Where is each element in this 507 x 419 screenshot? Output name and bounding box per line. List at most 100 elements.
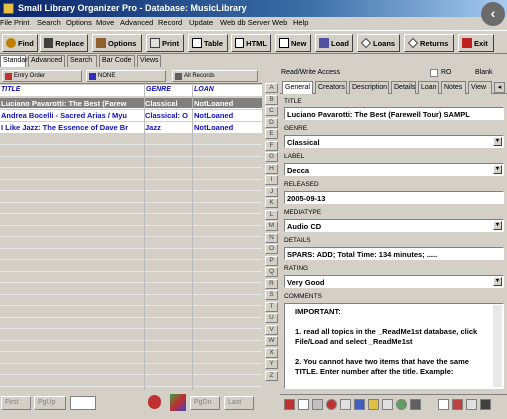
empty-row[interactable] [0,203,262,214]
help-icon[interactable] [326,399,337,410]
tab-views[interactable]: Views [137,55,161,67]
letter-w-button[interactable]: W [265,336,278,346]
comments-textarea[interactable]: IMPORTANT: 1. read all topics in the _Re… [284,303,504,389]
empty-row[interactable] [0,134,262,145]
menu-help[interactable]: Help [293,18,308,27]
empty-row[interactable] [0,318,262,329]
search-icon[interactable] [382,399,393,410]
column-genre[interactable]: GENRE [146,86,171,93]
menu-move[interactable]: Move [96,18,114,27]
letter-j-button[interactable]: J [265,186,278,197]
first-button[interactable]: First [1,396,31,410]
tab-details[interactable]: Details [391,81,416,94]
new-button[interactable]: New [275,34,311,52]
color-icon[interactable] [170,394,186,411]
empty-row[interactable] [0,272,262,283]
returns-button[interactable]: Returns [404,34,454,52]
title-field[interactable]: Luciano Pavarotti: The Best (Farewell To… [284,107,504,120]
load-button[interactable]: Load [315,34,353,52]
menu-file[interactable]: File [0,18,12,27]
record-number-input[interactable] [70,396,96,410]
tab-search[interactable]: Search [67,55,97,67]
menu-options[interactable]: Options [66,18,92,27]
edit-icon[interactable] [340,399,351,410]
empty-row[interactable] [0,249,262,260]
empty-row[interactable] [0,145,262,157]
details-field[interactable]: SPARS: ADD; Total Time: 134 minutes; ...… [284,247,504,260]
entry-order-button[interactable]: Entry Order [2,70,82,82]
empty-row[interactable] [0,260,262,272]
export-icon[interactable] [452,399,463,410]
back-arrow-icon[interactable] [284,399,295,410]
letter-f-button[interactable]: F [265,140,278,151]
letter-q-button[interactable]: Q [265,267,278,277]
exit-button[interactable]: Exit [458,34,494,52]
empty-row[interactable] [0,226,262,237]
letter-y-button[interactable]: Y [265,359,278,369]
letter-e-button[interactable]: E [265,129,278,139]
chevron-left-icon[interactable]: ◂ [494,82,505,93]
table-row[interactable]: Luciano Pavarotti: The Best (Farew Class… [0,98,262,109]
table-row[interactable]: I Like Jazz: The Essence of Dave Br Jazz… [0,122,262,133]
html-button[interactable]: HTML [231,34,271,52]
letter-g-button[interactable]: G [265,152,278,162]
rating-select[interactable]: Very Good ▾ [284,275,504,288]
dropdown-arrow-icon[interactable]: ▾ [493,165,502,174]
web-icon[interactable] [396,399,407,410]
blank-button[interactable]: Blank [475,69,493,76]
letter-t-button[interactable]: T [265,301,278,312]
menu-web[interactable]: Web [272,18,287,27]
letter-l-button[interactable]: L [265,209,278,220]
letter-z-button[interactable]: Z [265,370,278,381]
ro-checkbox[interactable] [430,69,438,77]
last-button[interactable]: Last [224,396,254,410]
letter-d-button[interactable]: D [265,117,278,128]
dropdown-arrow-icon[interactable]: ▾ [493,137,502,146]
tab-general[interactable]: General [282,81,313,94]
letter-m-button[interactable]: M [265,221,278,231]
empty-row[interactable] [0,157,262,168]
empty-row[interactable] [0,364,262,375]
letter-c-button[interactable]: C [265,106,278,116]
find-button[interactable]: Find [2,34,38,52]
all-records-button[interactable]: All Records [172,70,258,82]
tab-notes[interactable]: Notes [441,81,466,94]
letter-i-button[interactable]: I [265,175,278,185]
menu-web-db-server[interactable]: Web db Server [220,18,270,27]
letter-x-button[interactable]: X [265,347,278,358]
pgup-button[interactable]: PgUp [34,396,66,410]
column-title[interactable]: TITLE [1,86,20,93]
letter-b-button[interactable]: B [265,94,278,105]
column-loan[interactable]: LOAN [194,86,214,93]
tab-view[interactable]: View [468,81,492,94]
menu-print[interactable]: Print [14,18,29,27]
menu-search[interactable]: Search [37,18,61,27]
pgdn-button[interactable]: PgDn [190,396,220,410]
letter-r-button[interactable]: R [265,278,278,289]
options-button[interactable]: Options [92,34,142,52]
picture-icon[interactable] [354,399,365,410]
menu-advanced[interactable]: Advanced [120,18,153,27]
letter-p-button[interactable]: P [265,255,278,266]
table-button[interactable]: Table [188,34,228,52]
tab-advanced[interactable]: Advanced [28,55,65,67]
letter-o-button[interactable]: O [265,244,278,254]
letter-n-button[interactable]: N [265,232,278,243]
empty-row[interactable] [0,214,262,226]
label-select[interactable]: Decca ▾ [284,163,504,176]
letter-u-button[interactable]: U [265,313,278,323]
table-row[interactable]: Andrea Bocelli - Sacred Arias / Myu Clas… [0,110,262,121]
settings-icon[interactable] [480,399,491,410]
loans-button[interactable]: Loans [357,34,400,52]
empty-row[interactable] [0,375,262,387]
menu-update[interactable]: Update [189,18,213,27]
genre-select[interactable]: Classical ▾ [284,135,504,148]
letter-a-button[interactable]: A [265,83,278,93]
mediatype-select[interactable]: Audio CD ▾ [284,219,504,232]
menu-record[interactable]: Record [158,18,182,27]
empty-row[interactable] [0,191,262,203]
folder-icon[interactable] [368,399,379,410]
letter-s-button[interactable]: S [265,290,278,300]
empty-row[interactable] [0,168,262,180]
letter-k-button[interactable]: K [265,198,278,208]
